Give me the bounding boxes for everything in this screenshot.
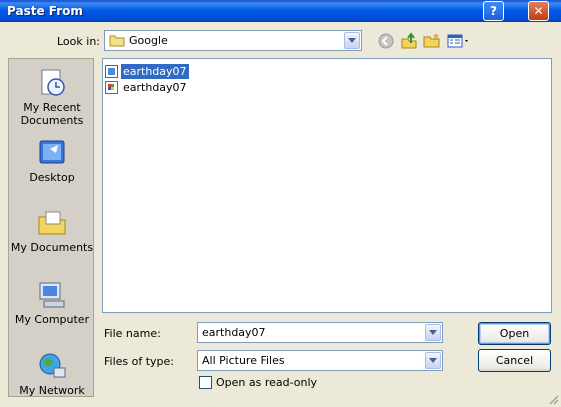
my-computer-icon (39, 282, 65, 308)
resize-grip-icon[interactable] (548, 394, 559, 405)
list-item[interactable]: earthday07 (105, 64, 189, 79)
image-file-icon (105, 65, 118, 78)
place-my-network[interactable]: My Network (9, 350, 95, 397)
read-only-label[interactable]: Open as read-only (216, 376, 317, 389)
places-bar: My Recent Documents Desktop My Documents… (8, 58, 94, 397)
file-name-field[interactable]: earthday07 (197, 322, 443, 343)
place-desktop[interactable]: Desktop (9, 137, 95, 184)
file-list[interactable]: earthday07 earthday07 (102, 58, 552, 313)
place-my-recent-documents[interactable]: My Recent Documents (9, 67, 95, 127)
look-in-label: Look in: (57, 35, 100, 48)
look-in-value: Google (129, 34, 168, 47)
look-in-dropdown[interactable]: Google (104, 30, 362, 51)
place-my-documents[interactable]: My Documents (9, 207, 95, 254)
image-file-icon (105, 81, 118, 94)
files-of-type-dropdown[interactable]: All Picture Files (197, 350, 443, 371)
list-item[interactable]: earthday07 (105, 80, 189, 95)
back-icon[interactable] (377, 32, 395, 50)
file-name: earthday07 (123, 81, 187, 94)
place-label: My Recent Documents (20, 101, 84, 127)
place-label: My Documents (10, 241, 94, 254)
recent-documents-icon (41, 69, 65, 96)
read-only-checkbox[interactable] (199, 376, 212, 389)
chevron-down-icon[interactable] (425, 352, 441, 369)
open-button[interactable]: Open (478, 322, 551, 345)
place-label: My Computer (14, 313, 90, 326)
my-network-icon (39, 353, 66, 378)
views-menu-icon[interactable] (447, 32, 471, 50)
file-name-value: earthday07 (202, 326, 266, 339)
files-of-type-value: All Picture Files (202, 354, 285, 367)
place-my-computer[interactable]: My Computer (9, 279, 95, 326)
place-label: Desktop (29, 171, 75, 184)
new-folder-icon[interactable] (423, 32, 441, 50)
place-label: My Network (19, 384, 85, 397)
up-folder-icon[interactable] (400, 32, 418, 50)
file-name-label: File name: (104, 327, 161, 340)
files-of-type-label: Files of type: (104, 355, 175, 368)
cancel-button[interactable]: Cancel (478, 349, 551, 372)
help-button[interactable]: ? (483, 1, 504, 21)
file-name: earthday07 (121, 64, 189, 79)
close-button[interactable]: ✕ (528, 1, 549, 21)
my-documents-icon (38, 211, 66, 235)
chevron-down-icon[interactable] (425, 324, 441, 341)
title-bar[interactable]: Paste From ? ✕ (0, 0, 561, 22)
folder-icon (109, 35, 125, 47)
window-title: Paste From (7, 4, 83, 18)
desktop-icon (39, 140, 65, 164)
chevron-down-icon[interactable] (344, 32, 360, 49)
